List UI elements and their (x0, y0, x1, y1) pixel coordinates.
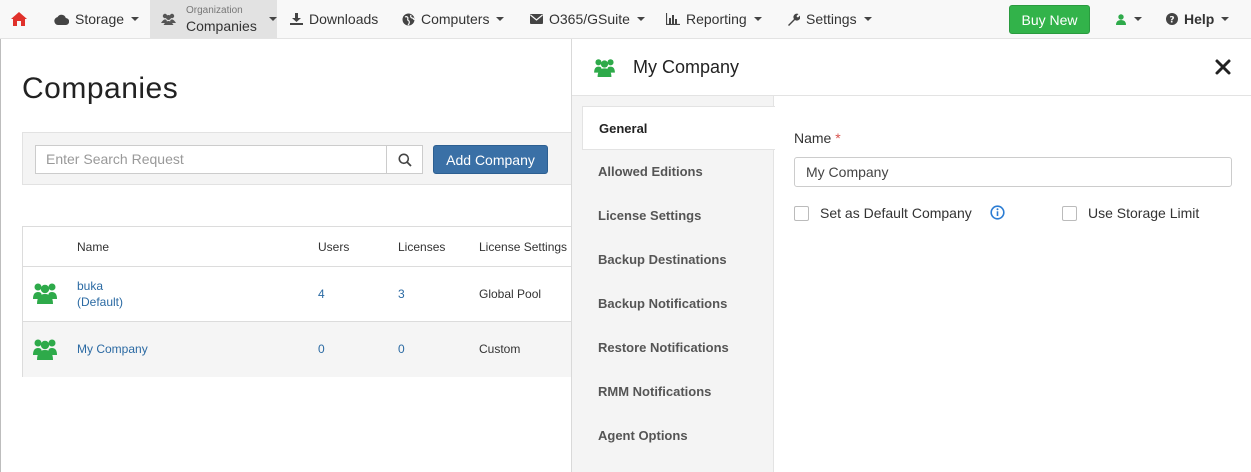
nav-downloads[interactable]: Downloads (290, 0, 378, 38)
company-users-icon (33, 283, 57, 304)
table-row[interactable]: buka (Default) 4 3 Global Pool (23, 267, 581, 322)
company-edit-panel: My Company General Allowed Editions Lice… (571, 39, 1251, 472)
envelope-icon (530, 14, 543, 24)
chevron-down-icon (636, 17, 645, 21)
users-count-link[interactable]: 4 (318, 287, 325, 301)
col-users-header[interactable]: Users (318, 240, 349, 254)
download-icon (290, 13, 303, 25)
wrench-icon (788, 13, 800, 26)
question-icon: ? (1166, 13, 1178, 25)
default-company-label[interactable]: Set as Default Company (820, 205, 972, 221)
page-left-border (0, 39, 1, 472)
chevron-down-icon (753, 17, 762, 21)
cloud-icon (54, 14, 69, 25)
storage-limit-checkbox[interactable] (1062, 206, 1077, 221)
nav-help-label: Help (1184, 11, 1215, 27)
search-input[interactable]: Enter Search Request (35, 145, 387, 174)
tab-allowed-editions[interactable]: Allowed Editions (572, 150, 774, 194)
svg-text:?: ? (1169, 16, 1174, 26)
user-menu[interactable] (1116, 0, 1142, 38)
nav-computers-label: Computers (421, 11, 490, 27)
license-settings-value: Custom (479, 342, 521, 356)
user-icon (1116, 13, 1126, 25)
nav-computers[interactable]: Computers (402, 0, 505, 38)
tab-backup-notifications[interactable]: Backup Notifications (572, 282, 774, 326)
chevron-down-icon (1134, 17, 1142, 21)
table-header: Name Users Licenses License Settings (23, 227, 581, 267)
company-name-link[interactable]: My Company (77, 342, 148, 356)
panel-header: My Company (572, 39, 1251, 96)
companies-table: Name Users Licenses License Settings buk… (22, 226, 582, 377)
chevron-down-icon (268, 17, 277, 21)
default-company-checkbox[interactable] (794, 206, 809, 221)
nav-downloads-label: Downloads (309, 11, 379, 27)
add-company-button[interactable]: Add Company (433, 145, 548, 174)
company-users-icon (33, 339, 57, 360)
tab-agent-options[interactable]: Agent Options (572, 414, 774, 458)
globe-icon (402, 13, 415, 25)
tab-rmm-notifications[interactable]: RMM Notifications (572, 370, 774, 414)
nav-storage-label: Storage (75, 11, 125, 27)
nav-settings-label: Settings (806, 11, 857, 27)
company-name-input[interactable]: My Company (794, 157, 1232, 187)
close-icon[interactable] (1212, 56, 1234, 78)
storage-limit-label[interactable]: Use Storage Limit (1088, 205, 1199, 221)
chevron-down-icon (496, 17, 505, 21)
home-link[interactable] (11, 0, 33, 38)
page-title: Companies (22, 72, 179, 105)
licenses-count-link[interactable]: 0 (398, 342, 405, 356)
license-settings-value: Global Pool (479, 287, 542, 301)
nav-reporting[interactable]: Reporting (666, 0, 762, 38)
search-icon (398, 153, 412, 167)
chevron-down-icon (1221, 17, 1230, 21)
tab-license-settings[interactable]: License Settings (572, 194, 774, 238)
search-toolbar: Enter Search Request Add Company (22, 132, 582, 185)
bar-chart-icon (666, 13, 680, 25)
name-label-text: Name (794, 130, 832, 146)
buy-new-button[interactable]: Buy New (1009, 5, 1090, 34)
col-licenses-header[interactable]: Licenses (398, 240, 445, 254)
tab-restore-notifications[interactable]: Restore Notifications (572, 326, 774, 370)
nav-storage[interactable]: Storage (54, 0, 140, 38)
top-navbar: Storage Organization Companies Downloads… (0, 0, 1251, 39)
nav-org-small-label: Organization (186, 4, 243, 16)
users-count-link[interactable]: 0 (318, 342, 325, 356)
nav-organization[interactable]: Organization Companies (150, 0, 277, 38)
tab-general[interactable]: General (582, 106, 775, 150)
panel-tabs: General Allowed Editions License Setting… (572, 96, 775, 472)
nav-org-big-label: Companies (186, 17, 257, 34)
users-icon (161, 13, 176, 25)
nav-settings[interactable]: Settings (787, 0, 872, 38)
nav-o365[interactable]: O365/GSuite (530, 0, 645, 38)
chevron-down-icon (863, 17, 872, 21)
col-name-header[interactable]: Name (77, 240, 109, 254)
default-badge: (Default) (77, 295, 124, 309)
home-icon (11, 12, 27, 26)
tab-backup-destinations[interactable]: Backup Destinations (572, 238, 774, 282)
table-row[interactable]: My Company 0 0 Custom (23, 322, 581, 377)
company-users-icon (594, 59, 615, 77)
nav-help[interactable]: ? Help (1166, 0, 1230, 38)
licenses-count-link[interactable]: 3 (398, 287, 405, 301)
info-icon[interactable] (990, 205, 1005, 220)
col-license-settings-header[interactable]: License Settings (479, 240, 567, 254)
company-name-link[interactable]: buka (77, 279, 103, 293)
required-marker: * (835, 130, 841, 146)
panel-title: My Company (633, 57, 740, 77)
search-button[interactable] (386, 145, 423, 174)
name-field-label: Name * (794, 130, 841, 146)
nav-reporting-label: Reporting (686, 11, 747, 27)
chevron-down-icon (131, 17, 140, 21)
nav-o365-label: O365/GSuite (549, 11, 630, 27)
